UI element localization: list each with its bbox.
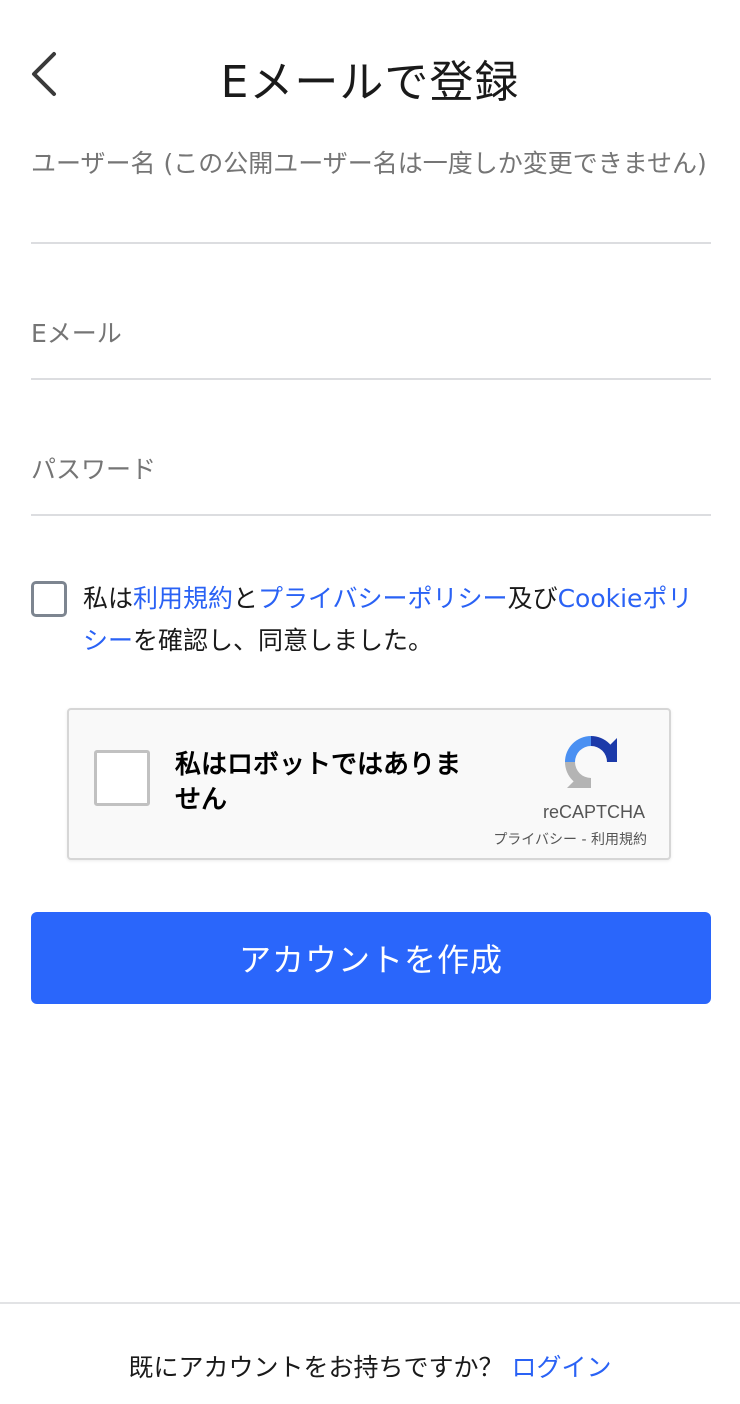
consent-suffix: を確認し、同意しました。: [133, 626, 434, 655]
login-link[interactable]: ログイン: [511, 1353, 611, 1382]
consent-text: 私は利用規約とプライバシーポリシー及びCookieポリシーを確認し、同意しました…: [83, 578, 703, 662]
recaptcha-checkbox[interactable]: [94, 750, 150, 806]
password-field[interactable]: [31, 452, 711, 516]
recaptcha-privacy-link[interactable]: プライバシー: [493, 832, 577, 848]
recaptcha-widget: 私はロボットではありません reCAPTCHA プライバシー - 利用規約: [67, 708, 671, 860]
recaptcha-terms-link[interactable]: 利用規約: [591, 832, 647, 848]
consent-checkbox[interactable]: [31, 581, 67, 617]
terms-link[interactable]: 利用規約: [133, 584, 233, 613]
login-prompt: 既にアカウントをお持ちですか？: [128, 1353, 512, 1382]
footer: 既にアカウントをお持ちですか？ ログイン: [0, 1350, 740, 1386]
consent-prefix: 私は: [83, 584, 134, 613]
password-input[interactable]: [31, 452, 711, 488]
recaptcha-label: 私はロボットではありません: [175, 750, 462, 815]
recaptcha-logo-icon: [565, 736, 617, 788]
username-field[interactable]: [31, 146, 711, 244]
page-title: Eメールで登録: [220, 57, 520, 108]
signup-screen: Eメールで登録 私は利用規約とプライバシーポリシー及びCookieポリシーを確認…: [0, 0, 740, 1404]
create-account-button[interactable]: アカウントを作成: [31, 912, 711, 1004]
privacy-policy-link[interactable]: プライバシーポリシー: [258, 584, 508, 613]
username-input[interactable]: [31, 146, 711, 218]
recaptcha-brand: reCAPTCHA: [542, 802, 645, 822]
recaptcha-separator: -: [577, 832, 591, 848]
consent-and: と: [233, 584, 259, 613]
recaptcha-links: プライバシー - 利用規約: [387, 829, 647, 849]
email-field[interactable]: [31, 316, 711, 380]
footer-divider: [0, 1302, 740, 1304]
header: Eメールで登録: [0, 0, 740, 150]
consent-conj: 及び: [507, 584, 558, 613]
email-input[interactable]: [31, 316, 711, 352]
